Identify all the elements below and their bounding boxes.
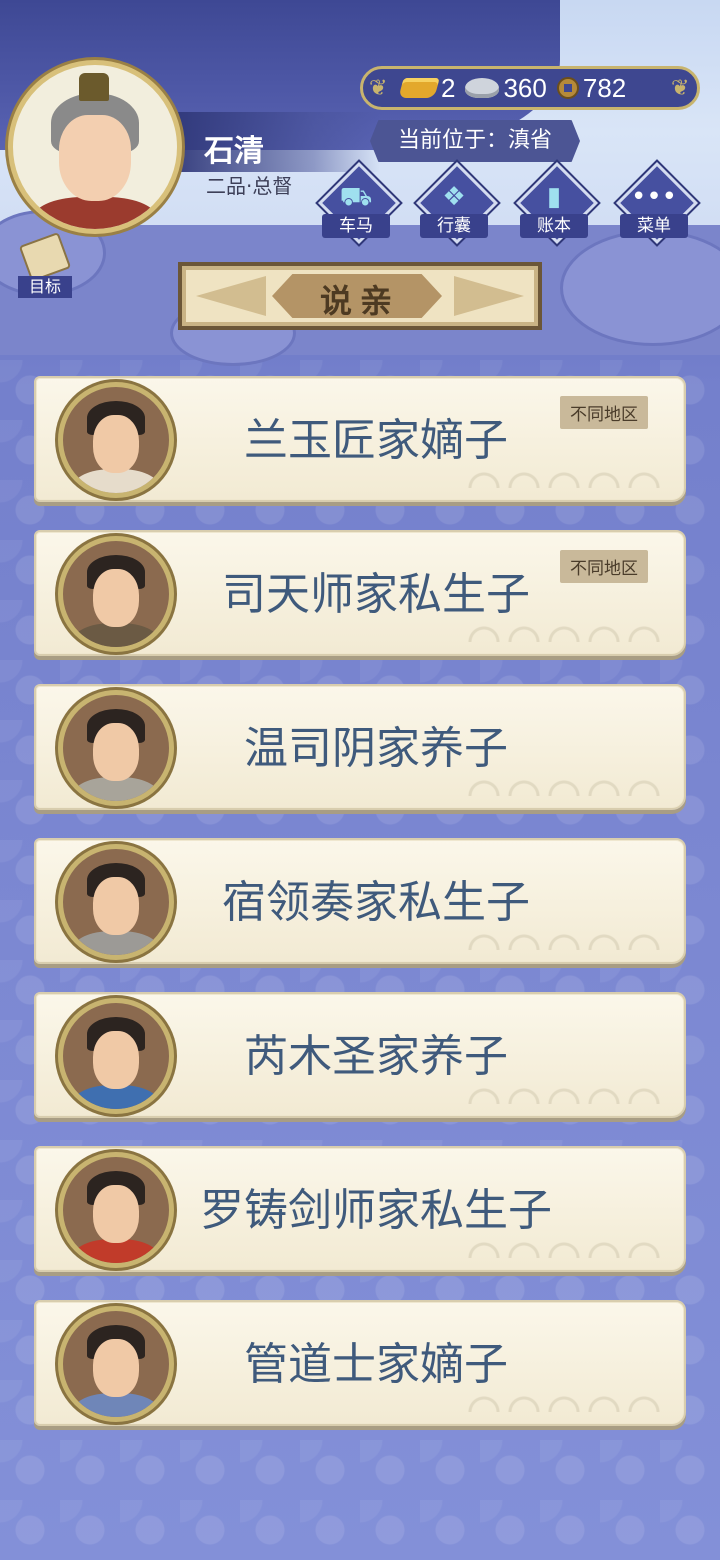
carriage-label: 车马 (322, 214, 390, 238)
candidate-name: 管道士家嫡子 (244, 1339, 508, 1390)
candidate-card[interactable]: 兰玉匠家嫡子 不同地区 (34, 376, 686, 502)
candidate-portrait (58, 1306, 174, 1422)
candidate-name: 兰玉匠家嫡子 (244, 415, 508, 466)
silver-amount: 360 (503, 72, 547, 103)
candidate-card[interactable]: 罗铸剑师家私生子 (34, 1146, 686, 1272)
candidate-portrait (58, 844, 174, 960)
current-location: 当前位于：滇省 (370, 120, 580, 162)
bag-label: 行囊 (420, 214, 488, 238)
carriage-button[interactable]: ⛟ 车马 (316, 161, 401, 248)
page-title-plaque: 说亲 (178, 262, 542, 330)
different-region-badge: 不同地区 (560, 550, 648, 583)
player-avatar[interactable] (8, 60, 182, 234)
currency-bar: ❦ 2 360 782 ❦ (360, 66, 700, 110)
menu-button[interactable]: ••• 菜单 (614, 161, 699, 248)
candidate-portrait (58, 998, 174, 1114)
candidate-name: 芮木圣家养子 (244, 1031, 508, 1082)
carriage-icon: ⛟ (339, 182, 373, 212)
copper-coin-icon (556, 77, 579, 99)
ledger-label: 账本 (520, 214, 588, 238)
bamboo-icon: ❦ (671, 76, 690, 101)
different-region-badge: 不同地区 (560, 396, 648, 429)
scroll-icon (18, 231, 72, 283)
candidate-portrait (58, 382, 174, 498)
player-name: 石清 (204, 134, 264, 169)
candidate-card[interactable]: 司天师家私生子 不同地区 (34, 530, 686, 656)
candidate-portrait (58, 690, 174, 806)
player-name-banner (160, 112, 380, 172)
bag-button[interactable]: ❖ 行囊 (414, 161, 499, 248)
candidate-portrait (58, 536, 174, 652)
candidate-name: 司天师家私生子 (222, 569, 530, 620)
candidate-name: 宿领奏家私生子 (222, 877, 530, 928)
bamboo-icon: ❦ (369, 76, 388, 101)
coin-amount: 782 (582, 72, 627, 103)
ledger-button[interactable]: ▮ 账本 (514, 161, 599, 248)
goal-label: 目标 (18, 276, 72, 298)
gold-amount: 2 (441, 72, 456, 103)
goal-button[interactable]: 目标 (12, 231, 78, 298)
more-icon: ••• (630, 182, 677, 212)
gold-ingot-icon (398, 78, 440, 98)
candidate-card[interactable]: 宿领奏家私生子 (34, 838, 686, 964)
page-title: 说亲 (319, 282, 400, 320)
ledger-icon: ▮ (546, 182, 562, 212)
menu-label: 菜单 (620, 214, 688, 238)
silver-ingot-icon (465, 78, 500, 98)
candidate-card[interactable]: 温司阴家养子 (34, 684, 686, 810)
bag-icon: ❖ (442, 182, 466, 212)
player-rank: 二品·总督 (206, 174, 293, 198)
candidate-card[interactable]: 管道士家嫡子 (34, 1300, 686, 1426)
candidate-name: 罗铸剑师家私生子 (200, 1185, 552, 1236)
candidate-name: 温司阴家养子 (244, 723, 508, 774)
candidate-portrait (58, 1152, 174, 1268)
candidate-card[interactable]: 芮木圣家养子 (34, 992, 686, 1118)
